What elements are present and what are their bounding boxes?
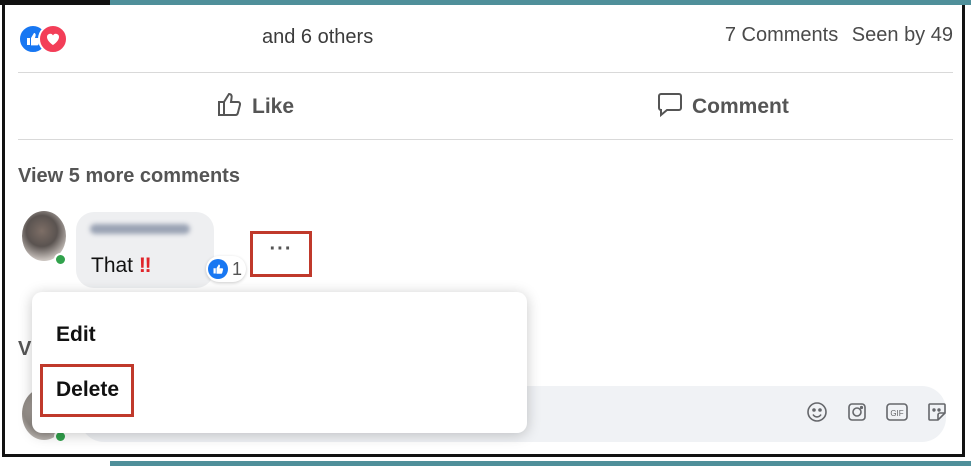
comment-options-menu: Edit Delete — [32, 292, 527, 433]
comments-count[interactable]: 7 Comments — [725, 24, 838, 46]
more-options-icon: ··· — [269, 238, 293, 260]
like-button[interactable]: Like — [216, 91, 294, 123]
divider — [18, 72, 953, 73]
love-icon — [38, 24, 68, 54]
camera-icon[interactable] — [845, 400, 869, 424]
frame-bottom-blank — [0, 458, 110, 466]
menu-item-edit[interactable]: Edit — [56, 323, 96, 347]
sticker-icon[interactable] — [925, 400, 949, 424]
post-meta: 7 Comments Seen by 49 — [717, 24, 953, 47]
comment-label: Comment — [692, 95, 789, 118]
reactors-text[interactable]: and 6 others — [262, 26, 373, 49]
more-options-button[interactable]: ··· — [250, 231, 312, 277]
comment-bubble: That ‼ — [76, 212, 214, 288]
like-label: Like — [252, 95, 295, 118]
frame-bottom-teal — [110, 461, 971, 466]
thumbs-up-icon — [216, 90, 244, 124]
comment-icon — [656, 90, 684, 124]
frame-bottom — [0, 458, 971, 466]
comment-button[interactable]: Comment — [656, 91, 789, 123]
blurred-author-name[interactable] — [90, 224, 190, 234]
double-exclamation-emoji: ‼ — [138, 254, 152, 277]
menu-item-delete[interactable]: Delete — [56, 378, 119, 402]
emoji-icon[interactable] — [805, 400, 829, 424]
view-more-comments-link[interactable]: View 5 more comments — [18, 165, 240, 188]
online-indicator — [54, 253, 67, 266]
seen-by[interactable]: Seen by 49 — [852, 24, 953, 46]
reaction-count: 1 — [232, 258, 243, 279]
obscured-view-link[interactable]: V — [18, 338, 31, 361]
composer-icons: GIF — [805, 400, 949, 424]
comment-reaction-chip[interactable]: 1 — [206, 256, 247, 282]
comment-text: That ‼ — [91, 254, 152, 278]
like-icon — [208, 259, 228, 279]
divider — [18, 139, 953, 140]
gif-icon[interactable]: GIF — [885, 400, 909, 424]
gif-label: GIF — [890, 409, 903, 418]
comment-body: That — [91, 254, 134, 277]
